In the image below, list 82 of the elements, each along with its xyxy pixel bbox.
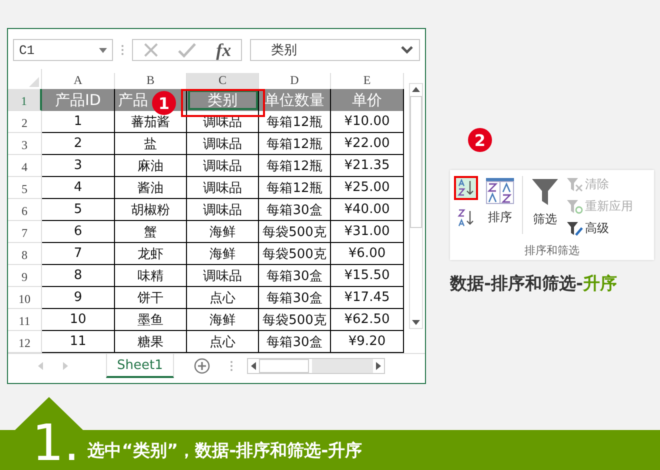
table-cell: ¥25.00 (331, 177, 404, 199)
table-cell: 酱油 (115, 177, 187, 199)
row-header[interactable]: 4 (8, 155, 42, 177)
row-header[interactable]: 2 (8, 111, 42, 133)
sort-button[interactable]: 排序 (484, 176, 516, 228)
table-cell: ¥6.00 (331, 243, 404, 265)
table-cell: 6 (42, 221, 115, 243)
filter-button[interactable]: 筛选 (529, 176, 561, 230)
table-cell: 11 (42, 331, 115, 353)
step-badge: 2 (468, 128, 492, 152)
step-number: 1. (32, 418, 80, 468)
header-cell: 类别 (187, 89, 259, 111)
row-header[interactable]: 1 (8, 89, 42, 111)
group-label: 排序和筛选 (524, 243, 580, 258)
header-cell: 单价 (331, 89, 404, 111)
table-cell: ¥31.00 (331, 221, 404, 243)
formula-field[interactable]: 类别 (250, 39, 420, 61)
table-cell: 每袋500克 (259, 243, 331, 265)
column-header[interactable]: C (187, 73, 259, 89)
row-header[interactable]: 11 (8, 309, 42, 331)
name-box[interactable]: C1 (13, 39, 113, 61)
table-cell: 8 (42, 265, 115, 287)
table-cell: 海鲜 (187, 243, 259, 265)
row-header[interactable]: 8 (8, 243, 42, 265)
table-cell: ¥21.35 (331, 155, 404, 177)
table-cell: 每箱30盒 (259, 287, 331, 309)
header-cell: 产品ID (42, 89, 115, 111)
row-header[interactable]: 10 (8, 287, 42, 309)
table-cell: 点心 (187, 331, 259, 353)
step-text: 选中“类别”，数据-排序和筛选-升序 (88, 443, 362, 460)
table-cell: 麻油 (115, 155, 187, 177)
table-cell: 每箱12瓶 (259, 155, 331, 177)
sheet-tab[interactable]: Sheet1 (106, 354, 174, 378)
table-cell: 调味品 (187, 177, 259, 199)
table-cell: 味精 (115, 265, 187, 287)
table-cell: 饼干 (115, 287, 187, 309)
table-cell: ¥15.50 (331, 265, 404, 287)
table-cell: 7 (42, 243, 115, 265)
table-cell: 每箱30盒 (259, 199, 331, 221)
table-cell: 9 (42, 287, 115, 309)
table-cell: ¥62.50 (331, 309, 404, 331)
table-cell: ¥40.00 (331, 199, 404, 221)
table-cell: ¥9.20 (331, 331, 404, 353)
table-cell: ¥17.45 (331, 287, 404, 309)
row-header[interactable]: 9 (8, 265, 42, 287)
table-cell: 每箱12瓶 (259, 177, 331, 199)
table-cell: 1 (42, 111, 115, 133)
table-cell: 调味品 (187, 133, 259, 155)
table-cell: 调味品 (187, 265, 259, 287)
table-cell: 2 (42, 133, 115, 155)
row-header[interactable]: 5 (8, 177, 42, 199)
table-cell: 盐 (115, 133, 187, 155)
insert-function-button[interactable]: fx (216, 40, 232, 60)
table-cell: 点心 (187, 287, 259, 309)
table-cell: 墨鱼 (115, 309, 187, 331)
table-cell: 每箱30盒 (259, 331, 331, 353)
table-cell: 龙虾 (115, 243, 187, 265)
table-cell: 每箱12瓶 (259, 111, 331, 133)
table-cell: 糖果 (115, 331, 187, 353)
table-cell: 海鲜 (187, 309, 259, 331)
table-cell: ¥10.00 (331, 111, 404, 133)
advanced-button[interactable]: 高级 (567, 220, 633, 237)
table-cell: 5 (42, 199, 115, 221)
table-cell: 调味品 (187, 199, 259, 221)
row-header[interactable]: 3 (8, 133, 42, 155)
table-cell: 每袋500克 (259, 309, 331, 331)
table-cell: 3 (42, 155, 115, 177)
caption-text: 数据-排序和筛选-升序 (450, 273, 618, 295)
row-header[interactable]: 7 (8, 221, 42, 243)
table-cell: 海鲜 (187, 221, 259, 243)
table-cell: 每袋500克 (259, 221, 331, 243)
table-cell: ¥22.00 (331, 133, 404, 155)
table-cell: 胡椒粉 (115, 199, 187, 221)
table-cell: 每箱12瓶 (259, 133, 331, 155)
table-cell: 调味品 (187, 155, 259, 177)
table-cell: 10 (42, 309, 115, 331)
row-header[interactable]: 6 (8, 199, 42, 221)
table-cell: 4 (42, 177, 115, 199)
table-cell: 蟹 (115, 221, 187, 243)
table-cell: 每箱30盒 (259, 265, 331, 287)
header-cell: 单位数量 (259, 89, 331, 111)
row-header[interactable]: 12 (8, 331, 42, 353)
